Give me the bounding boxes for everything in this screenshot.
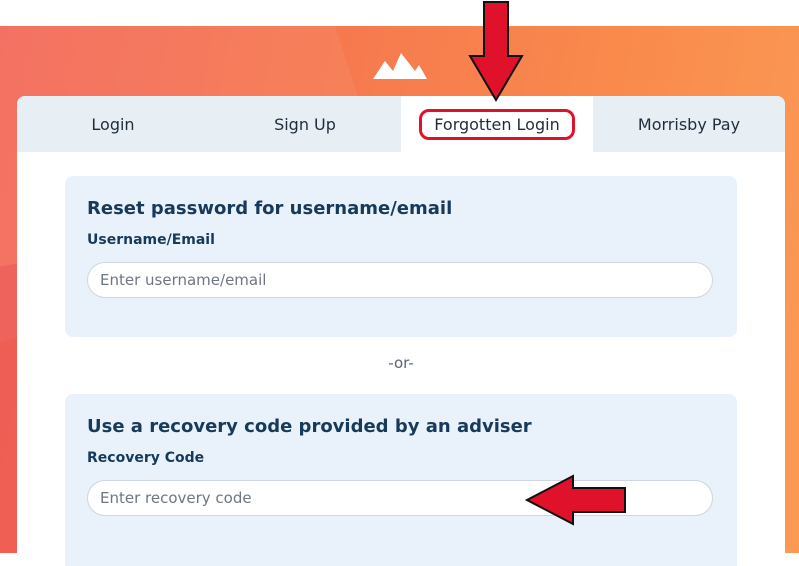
tab-login[interactable]: Login — [17, 96, 209, 152]
tab-label: Forgotten Login — [419, 108, 575, 140]
reset-password-panel: Reset password for username/email Userna… — [65, 176, 737, 337]
tab-bar: Login Sign Up Forgotten Login Morrisby P… — [17, 96, 785, 152]
tab-sign-up[interactable]: Sign Up — [209, 96, 401, 152]
username-email-input[interactable] — [87, 262, 713, 298]
reset-password-title: Reset password for username/email — [87, 198, 453, 219]
tab-morrisby-pay[interactable]: Morrisby Pay — [593, 96, 785, 152]
username-email-label: Username/Email — [87, 232, 215, 248]
or-separator: -or- — [388, 354, 414, 372]
tab-label: Morrisby Pay — [637, 114, 741, 134]
tab-forgotten-login[interactable]: Forgotten Login — [401, 96, 593, 152]
recovery-code-title: Use a recovery code provided by an advis… — [87, 416, 532, 437]
recovery-code-label: Recovery Code — [87, 450, 205, 466]
morrisby-logo-icon — [373, 53, 427, 79]
recovery-code-panel: Use a recovery code provided by an advis… — [65, 394, 737, 566]
left-arrow-annotation-icon — [525, 474, 626, 526]
down-arrow-annotation-icon — [468, 1, 524, 102]
tab-label: Sign Up — [274, 114, 336, 134]
auth-card: Login Sign Up Forgotten Login Morrisby P… — [17, 96, 785, 566]
tab-label: Login — [91, 114, 135, 134]
